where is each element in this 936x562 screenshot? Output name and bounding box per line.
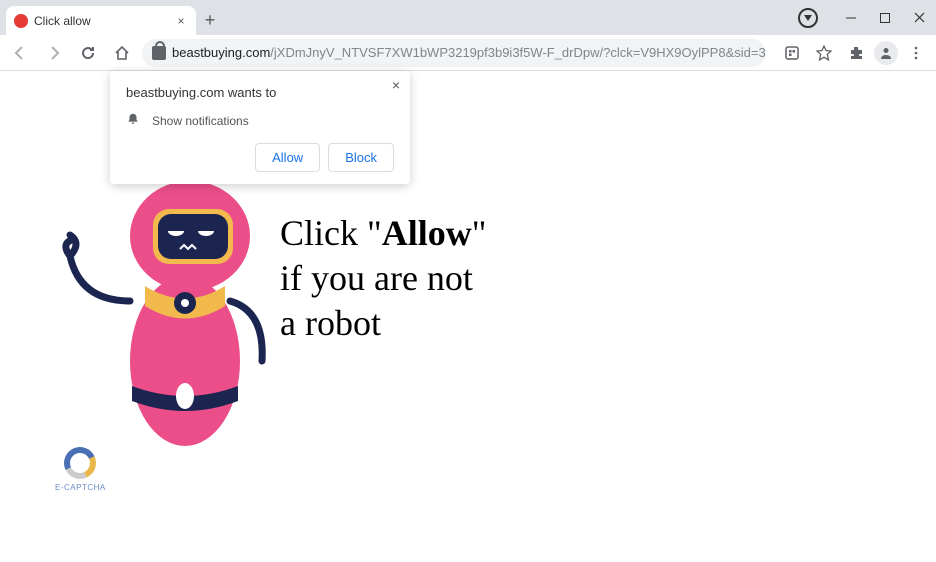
reload-button[interactable] — [74, 39, 102, 67]
home-button[interactable] — [108, 39, 136, 67]
tab-close-icon[interactable]: × — [174, 14, 188, 28]
tab-title: Click allow — [34, 14, 174, 28]
captcha-badge: E-CAPTCHA — [55, 447, 106, 492]
dialog-option-row: Show notifications — [126, 112, 394, 129]
captcha-label: E-CAPTCHA — [55, 483, 106, 492]
text-line2: if you are not — [280, 256, 486, 301]
browser-tab[interactable]: Click allow × — [6, 6, 196, 35]
text-line3: a robot — [280, 301, 486, 346]
window-titlebar: Click allow × + — [0, 0, 936, 35]
notification-permission-dialog: × beastbuying.com wants to Show notifica… — [110, 71, 410, 184]
text-line1-prefix: Click " — [280, 213, 382, 253]
page-content: × beastbuying.com wants to Show notifica… — [0, 71, 936, 562]
install-app-icon[interactable] — [778, 39, 806, 67]
dialog-option-label: Show notifications — [152, 114, 249, 128]
browser-toolbar: beastbuying.com/jXDmJnyV_NTVSF7XW1bWP321… — [0, 35, 936, 71]
profile-avatar-icon[interactable] — [874, 41, 898, 65]
block-button[interactable]: Block — [328, 143, 394, 172]
instruction-text: Click "Allow" if you are not a robot — [280, 211, 486, 346]
menu-dots-icon[interactable] — [902, 39, 930, 67]
address-bar[interactable]: beastbuying.com/jXDmJnyV_NTVSF7XW1bWP321… — [142, 39, 766, 67]
back-button[interactable] — [6, 39, 34, 67]
tab-favicon — [14, 14, 28, 28]
lock-icon — [152, 46, 166, 60]
new-tab-button[interactable]: + — [196, 6, 224, 34]
address-path: /jXDmJnyV_NTVSF7XW1bWP3219pf3b9i3f5W-F_d… — [270, 45, 766, 60]
address-domain: beastbuying.com — [172, 45, 270, 60]
captcha-spinner-icon — [60, 442, 101, 483]
text-line1-bold: Allow — [382, 213, 472, 253]
allow-button[interactable]: Allow — [255, 143, 320, 172]
extensions-icon[interactable] — [842, 39, 870, 67]
bookmark-star-icon[interactable] — [810, 39, 838, 67]
text-line1-suffix: " — [472, 213, 487, 253]
forward-button[interactable] — [40, 39, 68, 67]
dialog-title: beastbuying.com wants to — [126, 85, 394, 100]
window-minimize-button[interactable] — [834, 3, 868, 33]
window-close-button[interactable] — [902, 3, 936, 33]
window-controls — [798, 0, 936, 35]
window-maximize-button[interactable] — [868, 3, 902, 33]
bell-icon — [126, 112, 140, 129]
account-indicator-icon[interactable] — [798, 8, 818, 28]
dialog-close-icon[interactable]: × — [392, 77, 400, 93]
